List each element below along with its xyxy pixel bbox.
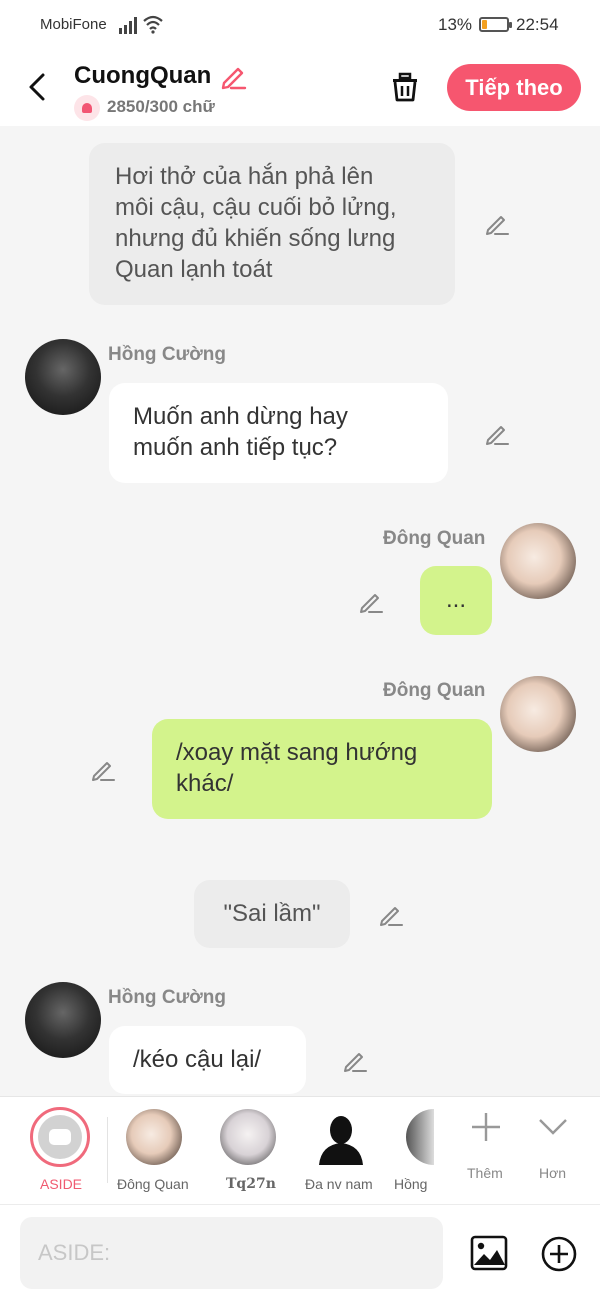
aside-label: ASIDE	[40, 1176, 83, 1192]
message-line: Quan lạnh toát	[115, 256, 273, 283]
sender-name: Đông Quan	[383, 528, 486, 549]
battery-icon	[479, 17, 512, 32]
chevron-down-icon[interactable]	[538, 1117, 568, 1137]
message-line: muốn anh tiếp tục?	[133, 434, 338, 461]
battery-fill	[482, 20, 487, 29]
sender-name: Đông Quan	[383, 680, 486, 701]
character-tq27n[interactable]	[220, 1109, 276, 1165]
character-label: Hồng	[394, 1176, 428, 1192]
edit-message-icon[interactable]	[358, 588, 384, 614]
aside-input[interactable]	[20, 1217, 443, 1289]
clock: 22:54	[516, 15, 559, 34]
character-dong-quan[interactable]	[126, 1109, 182, 1165]
back-arrow-icon[interactable]	[24, 70, 52, 104]
edit-title-icon[interactable]	[219, 62, 247, 90]
avatar-hong-cuong[interactable]	[25, 339, 101, 415]
avatar-dong-quan[interactable]	[500, 676, 576, 752]
character-label: Đông Quan	[117, 1176, 189, 1192]
add-label: Thêm	[467, 1165, 503, 1181]
wifi-icon	[143, 15, 163, 34]
edit-message-icon[interactable]	[484, 210, 510, 236]
next-button[interactable]: Tiếp theo	[447, 64, 581, 111]
message-line: /kéo cậu lại/	[133, 1046, 262, 1073]
header: CuongQuan 2850/300 chữ Tiếp theo	[0, 52, 600, 126]
carrier-name: MobiFone	[40, 16, 107, 33]
person-silhouette-icon	[319, 1116, 363, 1165]
word-count: 2850/300 chữ	[107, 97, 215, 116]
battery-percent: 13%	[438, 15, 473, 34]
character-hong[interactable]	[406, 1109, 434, 1165]
character-bar: ASIDE Đông Quan Tq27n Đa nv nam Hồng Thê…	[0, 1096, 600, 1204]
aside-button[interactable]	[30, 1107, 90, 1167]
message-bubble[interactable]: Muốn anh dừng hay muốn anh tiếp tục?	[109, 383, 448, 483]
character-label: Đa nv nam	[305, 1176, 373, 1192]
message-line: "Sai lầm"	[223, 900, 321, 927]
image-icon[interactable]	[470, 1235, 508, 1271]
message-line: khác/	[176, 770, 234, 797]
trash-icon[interactable]	[388, 70, 422, 104]
narration-bubble[interactable]: "Sai lầm"	[194, 880, 350, 948]
message-line: /xoay mặt sang hướng	[176, 739, 418, 766]
more-label: Hơn	[539, 1165, 567, 1181]
message-bubble[interactable]: /kéo cậu lại/	[109, 1026, 306, 1094]
status-bar: MobiFone 13% 22:54	[0, 0, 600, 52]
message-line: Muốn anh dừng hay	[133, 403, 348, 430]
aside-icon	[38, 1115, 82, 1159]
avatar-dong-quan[interactable]	[500, 523, 576, 599]
signal-icon	[119, 17, 137, 34]
message-line: Hơi thở của hắn phả lên	[115, 163, 374, 190]
add-character-icon[interactable]	[470, 1111, 502, 1143]
edit-message-icon[interactable]	[378, 901, 404, 927]
edit-message-icon[interactable]	[90, 756, 116, 782]
input-bar	[0, 1204, 600, 1300]
character-default-male[interactable]	[313, 1109, 369, 1165]
message-line: ...	[445, 586, 466, 613]
story-title: CuongQuan	[74, 62, 212, 89]
divider	[107, 1117, 108, 1183]
edit-message-icon[interactable]	[484, 420, 510, 446]
message-line: nhưng đủ khiến sống lưng	[115, 225, 396, 252]
add-circle-icon[interactable]	[540, 1235, 578, 1273]
narration-bubble[interactable]: Hơi thở của hắn phả lên môi cậu, cậu cuố…	[89, 143, 455, 305]
avatar-hong-cuong[interactable]	[25, 982, 101, 1058]
message-bubble[interactable]: /xoay mặt sang hướng khác/	[152, 719, 492, 819]
sender-name: Hồng Cường	[108, 344, 227, 365]
message-bubble[interactable]: ...	[420, 566, 492, 635]
character-label: Tq27n	[226, 1176, 276, 1192]
message-line: môi cậu, cậu cuối bỏ lửng,	[115, 194, 397, 221]
sender-name: Hồng Cường	[108, 987, 227, 1008]
edit-message-icon[interactable]	[342, 1047, 368, 1073]
word-count-icon	[74, 95, 100, 121]
